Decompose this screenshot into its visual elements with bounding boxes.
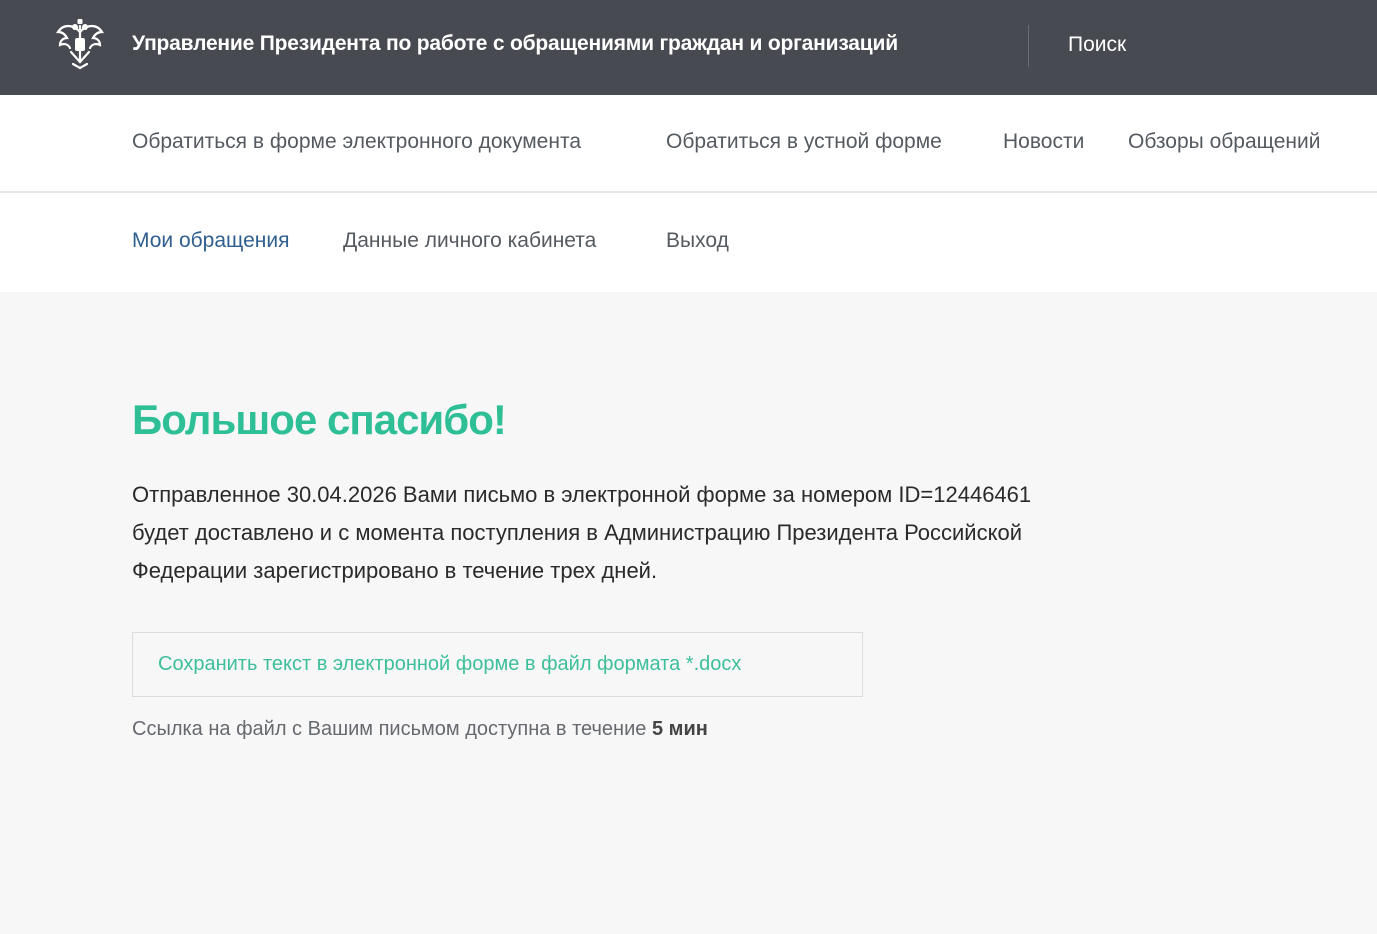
link-availability-note: Ссылка на файл с Вашим письмом доступна … bbox=[132, 718, 708, 741]
search-link[interactable]: Поиск bbox=[1068, 33, 1126, 57]
note-text: Ссылка на файл с Вашим письмом доступна … bbox=[132, 718, 647, 740]
double-headed-eagle-icon[interactable] bbox=[55, 18, 105, 70]
org-title[interactable]: Управление Президента по работе с обраще… bbox=[132, 32, 898, 56]
save-docx-button[interactable]: Сохранить текст в электронной форме в фа… bbox=[132, 632, 863, 697]
main-nav: Обратиться в форме электронного документ… bbox=[0, 95, 1377, 193]
tab-my-appeals[interactable]: Мои обращения bbox=[132, 229, 289, 253]
page-title: Большое спасибо! bbox=[132, 396, 507, 443]
header-divider bbox=[1028, 25, 1029, 67]
logout-link[interactable]: Выход bbox=[666, 229, 729, 253]
nav-news[interactable]: Новости bbox=[1003, 130, 1084, 154]
nav-appeal-reviews[interactable]: Обзоры обращений bbox=[1128, 130, 1320, 154]
nav-electronic-appeal[interactable]: Обратиться в форме электронного документ… bbox=[132, 130, 581, 154]
confirmation-message: Отправленное 30.04.2026 Вами письмо в эл… bbox=[132, 476, 1212, 590]
message-line: Федерации зарегистрировано в течение тре… bbox=[132, 558, 658, 583]
nav-oral-appeal[interactable]: Обратиться в устной форме bbox=[666, 130, 942, 154]
top-header: Управление Президента по работе с обраще… bbox=[0, 0, 1377, 95]
tab-account-data[interactable]: Данные личного кабинета bbox=[343, 229, 596, 253]
account-nav: Мои обращения Данные личного кабинета Вы… bbox=[0, 193, 1377, 292]
note-duration: 5 мин bbox=[651, 718, 708, 740]
message-line: будет доставлено и с момента поступления… bbox=[132, 520, 1022, 545]
message-line: Отправленное 30.04.2026 Вами письмо в эл… bbox=[132, 482, 1032, 507]
